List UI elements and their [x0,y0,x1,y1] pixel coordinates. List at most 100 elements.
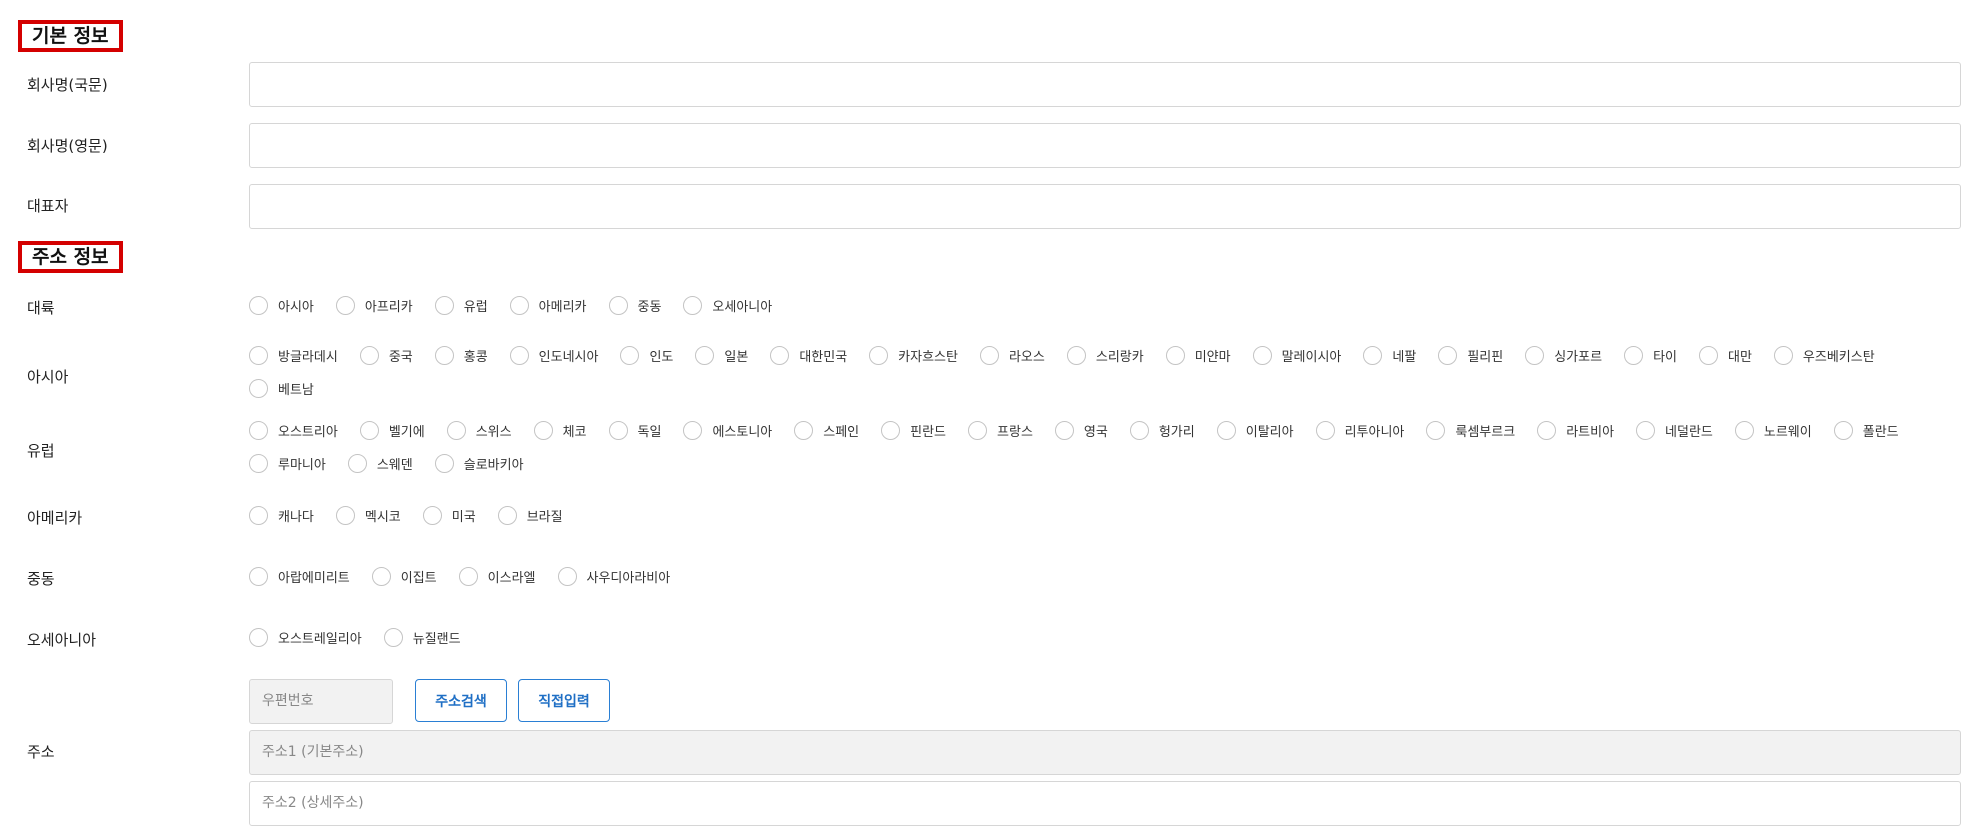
radio-option[interactable]: 홍콩 [434,346,488,365]
radio-option[interactable]: 유럽 [434,296,488,315]
radio-circle-icon[interactable] [1438,346,1458,365]
radio-option[interactable]: 독일 [608,421,661,440]
radio-circle-icon[interactable] [249,421,268,440]
radio-option[interactable]: 프랑스 [968,421,1033,440]
radio-circle-icon[interactable] [371,567,391,586]
radio-circle-icon[interactable] [794,421,814,440]
radio-circle-icon[interactable] [1426,421,1446,440]
radio-circle-icon[interactable] [533,421,553,440]
radio-circle-icon[interactable] [1624,346,1644,365]
radio-option[interactable]: 아시아 [249,296,314,315]
radio-option[interactable]: 타이 [1624,346,1677,365]
radio-option[interactable]: 필리핀 [1438,346,1503,365]
radio-circle-icon[interactable] [1636,421,1656,440]
radio-option[interactable]: 방글라데시 [249,346,338,365]
radio-circle-icon[interactable] [869,346,889,365]
radio-option[interactable]: 체코 [533,421,587,440]
radio-circle-icon[interactable] [1525,346,1545,365]
radio-option[interactable]: 슬로바키아 [434,454,524,473]
radio-option[interactable]: 오스트리아 [249,421,338,440]
radio-option[interactable]: 중동 [608,296,661,315]
radio-option[interactable]: 룩셈부르크 [1426,421,1515,440]
radio-circle-icon[interactable] [979,346,999,365]
radio-circle-icon[interactable] [1315,421,1335,440]
radio-circle-icon[interactable] [1054,421,1074,440]
radio-option[interactable]: 오세아니아 [683,296,772,315]
radio-circle-icon[interactable] [683,296,703,315]
radio-circle-icon[interactable] [434,454,454,473]
radio-option[interactable]: 노르웨이 [1734,421,1812,440]
radio-option[interactable]: 아랍에미리트 [249,567,350,586]
radio-option[interactable]: 사우디아라비아 [557,567,670,586]
radio-circle-icon[interactable] [422,506,442,525]
radio-circle-icon[interactable] [509,296,529,315]
radio-option[interactable]: 폴란드 [1833,421,1899,440]
radio-circle-icon[interactable] [770,346,790,365]
radio-circle-icon[interactable] [968,421,988,440]
radio-circle-icon[interactable] [695,346,715,365]
radio-option[interactable]: 리투아니아 [1315,421,1404,440]
radio-option[interactable]: 스웨덴 [347,454,413,473]
radio-option[interactable]: 일본 [695,346,748,365]
manual-input-button[interactable]: 직접입력 [518,679,610,722]
radio-circle-icon[interactable] [620,346,640,365]
radio-circle-icon[interactable] [1165,346,1185,365]
radio-circle-icon[interactable] [347,454,367,473]
radio-option[interactable]: 우즈베키스탄 [1773,346,1875,365]
radio-circle-icon[interactable] [1537,421,1557,440]
radio-option[interactable]: 스페인 [794,421,859,440]
radio-circle-icon[interactable] [608,421,628,440]
radio-circle-icon[interactable] [249,628,268,647]
radio-option[interactable]: 멕시코 [335,506,401,525]
radio-option[interactable]: 캐나다 [249,506,314,525]
radio-option[interactable]: 루마니아 [249,454,326,473]
radio-option[interactable]: 미국 [422,506,476,525]
radio-circle-icon[interactable] [1363,346,1383,365]
radio-circle-icon[interactable] [359,346,379,365]
radio-option[interactable]: 벨기에 [359,421,425,440]
radio-option[interactable]: 이집트 [371,567,437,586]
radio-circle-icon[interactable] [359,421,379,440]
radio-option[interactable]: 브라질 [497,506,563,525]
radio-circle-icon[interactable] [1734,421,1754,440]
radio-option[interactable]: 말레이시아 [1252,346,1341,365]
radio-circle-icon[interactable] [434,346,454,365]
radio-circle-icon[interactable] [458,567,478,586]
radio-circle-icon[interactable] [1066,346,1086,365]
radio-option[interactable]: 뉴질랜드 [383,628,461,647]
radio-circle-icon[interactable] [683,421,703,440]
radio-circle-icon[interactable] [509,346,529,365]
zipcode-input[interactable]: 우편번호 [249,679,393,724]
ceo-input[interactable] [249,184,1961,229]
radio-option[interactable]: 스리랑카 [1066,346,1144,365]
radio-circle-icon[interactable] [1216,421,1236,440]
radio-option[interactable]: 이탈리아 [1216,421,1294,440]
radio-option[interactable]: 이스라엘 [458,567,536,586]
address2-input[interactable]: 주소2 (상세주소) [249,781,1961,826]
radio-circle-icon[interactable] [383,628,403,647]
radio-circle-icon[interactable] [249,379,268,398]
address1-input[interactable]: 주소1 (기본주소) [249,730,1961,775]
radio-option[interactable]: 중국 [359,346,413,365]
radio-option[interactable]: 아프리카 [335,296,413,315]
radio-circle-icon[interactable] [335,506,355,525]
radio-circle-icon[interactable] [497,506,517,525]
radio-option[interactable]: 대한민국 [770,346,847,365]
company-kr-input[interactable] [249,62,1961,107]
radio-circle-icon[interactable] [1129,421,1149,440]
radio-option[interactable]: 헝가리 [1129,421,1195,440]
radio-circle-icon[interactable] [249,296,268,315]
radio-option[interactable]: 라트비아 [1537,421,1614,440]
radio-circle-icon[interactable] [1698,346,1718,365]
radio-option[interactable]: 네덜란드 [1636,421,1713,440]
radio-option[interactable]: 대만 [1698,346,1752,365]
radio-circle-icon[interactable] [249,567,268,586]
radio-option[interactable]: 베트남 [249,379,314,398]
radio-option[interactable]: 스위스 [446,421,512,440]
radio-circle-icon[interactable] [1252,346,1272,365]
radio-option[interactable]: 인도네시아 [509,346,598,365]
radio-option[interactable]: 인도 [620,346,673,365]
radio-circle-icon[interactable] [249,454,268,473]
radio-circle-icon[interactable] [249,506,268,525]
radio-option[interactable]: 핀란드 [881,421,946,440]
